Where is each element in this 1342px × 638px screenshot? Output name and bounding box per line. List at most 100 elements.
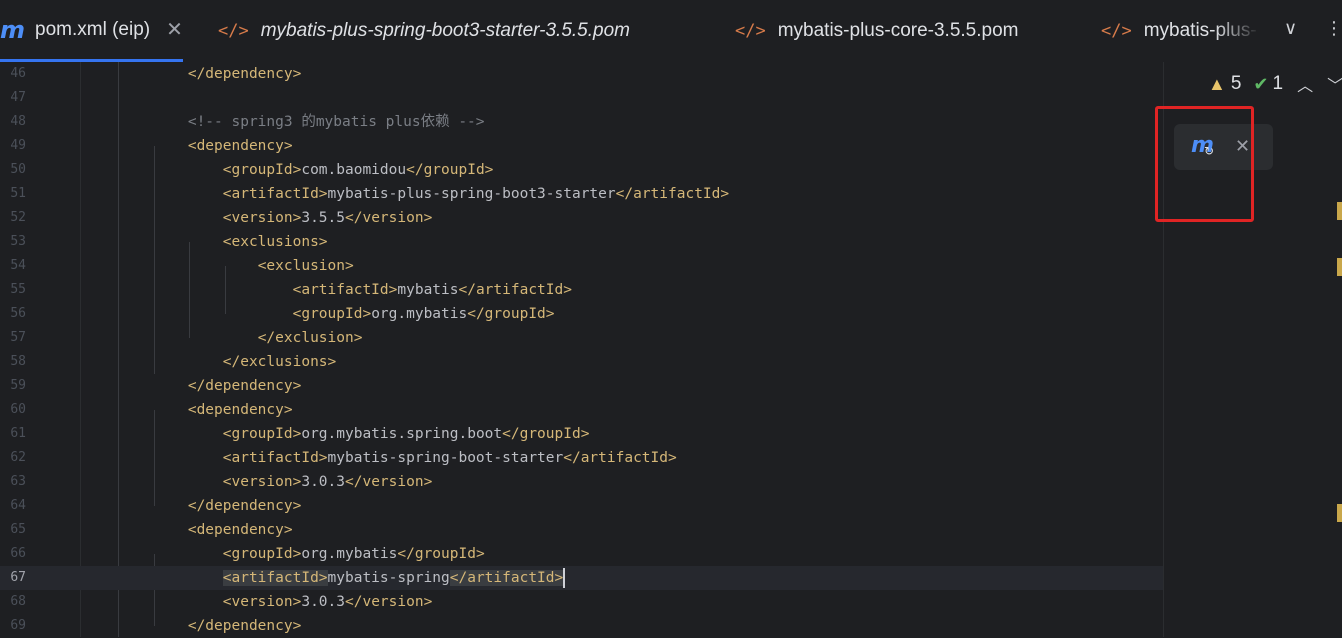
tab-mybatis-plus-core[interactable]: </> mybatis-plus-core-3.5.5.pom xyxy=(735,0,1018,62)
code-line[interactable]: 49 <dependency> xyxy=(0,134,1163,158)
code-tag: <artifactId> xyxy=(222,186,328,202)
code-line[interactable]: 46 </dependency> xyxy=(0,62,1163,86)
more-vertical-icon[interactable]: ⋮ xyxy=(1325,18,1342,39)
text-caret xyxy=(563,568,566,588)
code-value: org.mybatis.spring.boot xyxy=(301,426,503,442)
code-line[interactable]: 63 <version>3.0.3</version> xyxy=(0,470,1163,494)
code-line[interactable]: 55 <artifactId>mybatis</artifactId> xyxy=(0,278,1163,302)
line-number: 59 xyxy=(10,378,26,393)
code-text: <artifactId>mybatis-spring</artifactId> xyxy=(118,566,566,590)
line-number: 69 xyxy=(10,618,26,633)
code-text: </dependency> xyxy=(118,494,302,518)
code-line[interactable]: 48 <!-- spring3 的mybatis plus依赖 --> xyxy=(0,110,1163,134)
code-tag: <version> xyxy=(222,594,302,610)
code-value: mybatis xyxy=(397,282,459,298)
line-number: 46 xyxy=(10,66,26,81)
code-tag: </dependency> xyxy=(187,66,302,82)
chevron-down-icon[interactable]: ∨ xyxy=(1284,18,1297,39)
code-tag: </groupId> xyxy=(502,426,590,442)
tab-mybatis-plus-spring-boot3-starter[interactable]: </> mybatis-plus-spring-boot3-starter-3.… xyxy=(218,0,630,62)
code-line[interactable]: 59 </dependency> xyxy=(0,374,1163,398)
code-tag: </groupId> xyxy=(406,162,494,178)
code-line[interactable]: 66 <groupId>org.mybatis</groupId> xyxy=(0,542,1163,566)
chevron-up-icon[interactable]: ︿ xyxy=(1297,72,1313,96)
line-number: 50 xyxy=(10,162,26,177)
code-text: <dependency> xyxy=(118,518,293,542)
code-value: mybatis-plus-spring-boot3-starter xyxy=(327,186,616,202)
line-number: 60 xyxy=(10,402,26,417)
code-tag: <version> xyxy=(222,474,302,490)
code-tag: </version> xyxy=(345,474,433,490)
code-value: org.mybatis xyxy=(371,306,468,322)
code-line[interactable]: 61 <groupId>org.mybatis.spring.boot</gro… xyxy=(0,422,1163,446)
code-tag: <groupId> xyxy=(222,426,302,442)
code-text: <artifactId>mybatis</artifactId> xyxy=(118,278,572,302)
code-line[interactable]: 62 <artifactId>mybatis-spring-boot-start… xyxy=(0,446,1163,470)
code-line[interactable]: 54 <exclusion> xyxy=(0,254,1163,278)
code-tag: <exclusions> xyxy=(222,234,328,250)
code-line[interactable]: 68 <version>3.0.3</version> xyxy=(0,590,1163,614)
code-line[interactable]: 53 <exclusions> xyxy=(0,230,1163,254)
check-icon: ✔ xyxy=(1253,73,1269,94)
xml-code-icon: </> xyxy=(218,21,249,41)
code-line[interactable]: 60 <dependency> xyxy=(0,398,1163,422)
code-editor[interactable]: 46 </dependency> 47 48 <!-- spring3 的mybat… xyxy=(0,62,1342,637)
line-number: 53 xyxy=(10,234,26,249)
line-number: 51 xyxy=(10,186,26,201)
line-number: 65 xyxy=(10,522,26,537)
code-value: com.baomidou xyxy=(301,162,407,178)
warning-marker[interactable] xyxy=(1337,202,1342,220)
line-number: 61 xyxy=(10,426,26,441)
chevron-down-icon[interactable]: ﹀ xyxy=(1327,72,1342,96)
code-line[interactable]: 58 </exclusions> xyxy=(0,350,1163,374)
code-tag: <dependency> xyxy=(187,402,293,418)
code-tag: </dependency> xyxy=(187,498,302,514)
code-text: <dependency> xyxy=(118,134,293,158)
tab-overflow-fade xyxy=(1215,0,1260,62)
code-text: </exclusion> xyxy=(118,326,363,350)
code-line[interactable]: 51 <artifactId>mybatis-plus-spring-boot3… xyxy=(0,182,1163,206)
code-tag: <groupId> xyxy=(292,306,372,322)
code-line[interactable]: 67 <artifactId>mybatis-spring</artifactI… xyxy=(0,566,1163,590)
code-line[interactable]: 57 </exclusion> xyxy=(0,326,1163,350)
line-number: 52 xyxy=(10,210,26,225)
warning-marker[interactable] xyxy=(1337,258,1342,276)
code-line[interactable]: 64 </dependency> xyxy=(0,494,1163,518)
code-line[interactable]: 50 <groupId>com.baomidou</groupId> xyxy=(0,158,1163,182)
code-tag: <groupId> xyxy=(222,546,302,562)
code-text: <exclusion> xyxy=(118,254,354,278)
line-number: 57 xyxy=(10,330,26,345)
code-line[interactable]: 69 </dependency> xyxy=(0,614,1163,638)
code-text: </exclusions> xyxy=(118,350,337,374)
code-comment: <!-- spring3 的mybatis plus依赖 --> xyxy=(187,114,485,130)
inspection-widget[interactable]: ▲ 5 ✔ 1 ︿ ﹀ xyxy=(1208,72,1342,96)
code-value: org.mybatis xyxy=(301,546,398,562)
line-number: 56 xyxy=(10,306,26,321)
warning-marker[interactable] xyxy=(1337,504,1342,522)
code-line[interactable]: 52 <version>3.5.5</version> xyxy=(0,206,1163,230)
code-line[interactable]: 65 <dependency> xyxy=(0,518,1163,542)
code-tag: </exclusions> xyxy=(222,354,337,370)
tab-pom-xml[interactable]: m pom.xml (eip) ✕ xyxy=(0,0,183,62)
code-line[interactable]: 47 xyxy=(0,86,1163,110)
code-line[interactable]: 56 <groupId>org.mybatis</groupId> xyxy=(0,302,1163,326)
code-tag: <exclusion> xyxy=(257,258,354,274)
code-tag: <artifactId> xyxy=(222,450,328,466)
code-text: </dependency> xyxy=(118,614,302,638)
code-tag: </artifactId> xyxy=(449,570,564,586)
close-icon[interactable]: ✕ xyxy=(166,17,183,42)
code-tag: <groupId> xyxy=(222,162,302,178)
